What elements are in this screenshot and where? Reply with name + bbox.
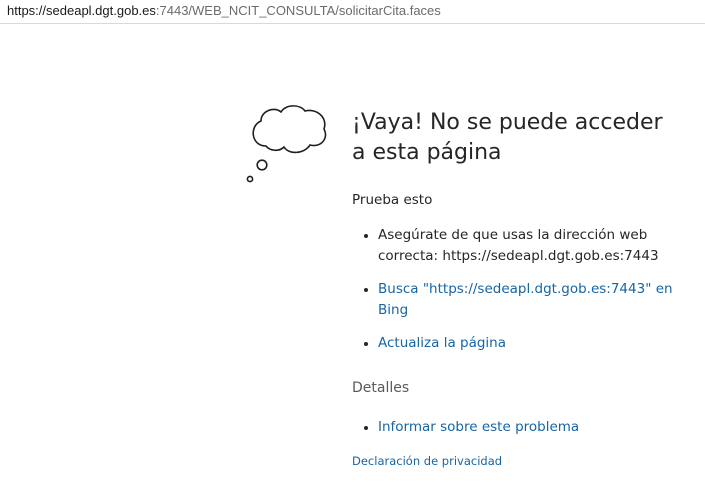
suggestions-list: Asegúrate de que usas la dirección web c… bbox=[352, 225, 682, 354]
suggestion-refresh-link[interactable]: Actualiza la página bbox=[352, 333, 682, 354]
cloud-icon bbox=[244, 100, 330, 186]
suggestion-search-bing-link[interactable]: Busca "https://sedeapl.dgt.gob.es:7443" … bbox=[352, 279, 682, 321]
error-content: ¡Vaya! No se puede acceder a esta página… bbox=[352, 108, 682, 468]
url-path: :7443/WEB_NCIT_CONSULTA/solicitarCita.fa… bbox=[155, 3, 441, 18]
suggestion-check-url: Asegúrate de que usas la dirección web c… bbox=[352, 225, 682, 267]
privacy-statement-link[interactable]: Declaración de privacidad bbox=[352, 454, 682, 468]
address-bar[interactable]: https://sedeapl.dgt.gob.es:7443/WEB_NCIT… bbox=[0, 0, 705, 24]
details-heading: Detalles bbox=[352, 380, 410, 396]
details-list: Informar sobre este problema bbox=[352, 417, 682, 438]
error-title: ¡Vaya! No se puede acceder a esta página bbox=[352, 110, 663, 165]
url-host: https://sedeapl.dgt.gob.es bbox=[7, 3, 156, 18]
suggestions-heading: Prueba esto bbox=[352, 192, 433, 208]
address-url[interactable]: https://sedeapl.dgt.gob.es:7443/WEB_NCIT… bbox=[7, 3, 441, 19]
report-problem-link[interactable]: Informar sobre este problema bbox=[352, 417, 682, 438]
